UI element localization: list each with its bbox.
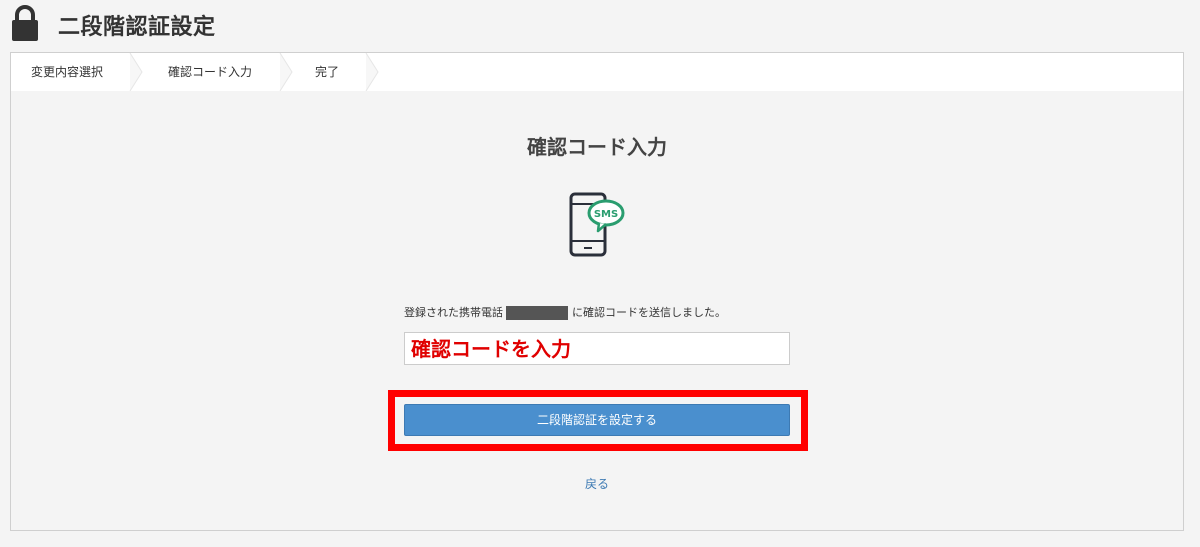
main-panel: 変更内容選択 確認コード入力 完了 確認コード入力 SMS 登録された携帯電話 に… [10,52,1184,531]
step-separator-icon [279,53,293,91]
confirmation-code-input[interactable] [404,332,790,365]
message-suffix: に確認コードを送信しました。 [572,306,726,319]
section-title: 確認コード入力 [527,135,667,159]
masked-phone-number [506,306,568,320]
step-select: 変更内容選択 [31,65,104,79]
step-code-input: 確認コード入力 [168,65,253,79]
sent-message: 登録された携帯電話 に確認コードを送信しました。 [404,304,824,320]
sms-badge-text: SMS [594,209,618,220]
step-separator-icon [365,53,379,91]
page-header: 二段階認証設定 [0,0,1200,50]
lock-icon [12,5,38,41]
page-title: 二段階認証設定 [58,15,216,40]
step-complete: 完了 [315,65,340,79]
phone-sms-icon: SMS [569,192,625,257]
back-link[interactable]: 戻る [11,475,1183,492]
message-prefix: 登録された携帯電話 [404,306,503,319]
set-two-factor-button[interactable]: 二段階認証を設定する [404,404,790,436]
step-separator-icon [129,53,143,91]
step-breadcrumb: 変更内容選択 確認コード入力 完了 [11,53,1183,91]
